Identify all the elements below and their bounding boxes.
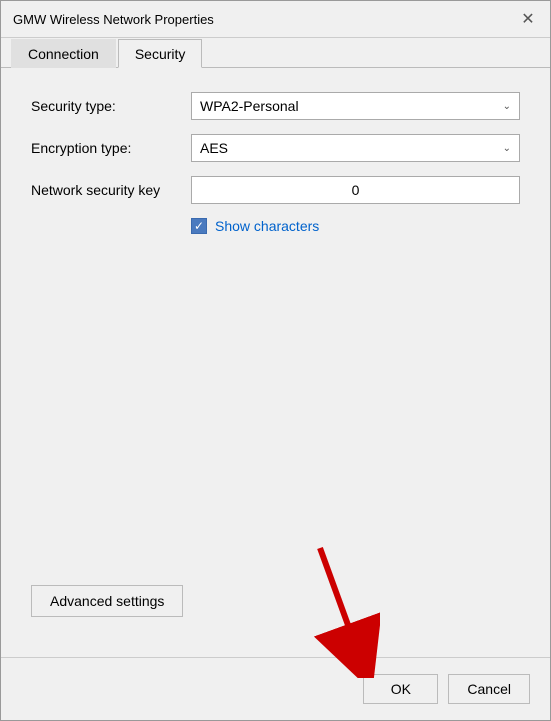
- security-type-value: WPA2-Personal: [200, 98, 299, 114]
- title-bar: GMW Wireless Network Properties ✕: [1, 1, 550, 38]
- encryption-type-dropdown[interactable]: AES ⌄: [191, 134, 520, 162]
- network-key-control: [191, 176, 520, 204]
- close-button[interactable]: ✕: [518, 9, 538, 29]
- advanced-settings-button[interactable]: Advanced settings: [31, 585, 183, 617]
- show-characters-row: ✓ Show characters: [191, 218, 520, 234]
- network-key-row: Network security key: [31, 176, 520, 204]
- window: GMW Wireless Network Properties ✕ Connec…: [0, 0, 551, 721]
- encryption-type-label: Encryption type:: [31, 140, 191, 156]
- tab-connection-label: Connection: [28, 46, 99, 62]
- security-type-label: Security type:: [31, 98, 191, 114]
- advanced-settings-container: Advanced settings: [31, 585, 520, 617]
- bottom-buttons: OK Cancel: [363, 674, 530, 704]
- ok-button[interactable]: OK: [363, 674, 438, 704]
- show-characters-label: Show characters: [215, 218, 319, 234]
- chevron-down-icon: ⌄: [503, 101, 511, 112]
- show-characters-checkbox-wrapper[interactable]: ✓ Show characters: [191, 218, 319, 234]
- content-area: Security type: WPA2-Personal ⌄ Encryptio…: [1, 68, 550, 657]
- window-title: GMW Wireless Network Properties: [13, 12, 214, 27]
- tab-security-label: Security: [135, 46, 186, 62]
- bottom-section: OK Cancel: [1, 657, 550, 720]
- tab-connection[interactable]: Connection: [11, 39, 116, 68]
- chevron-down-icon-2: ⌄: [503, 143, 511, 154]
- encryption-type-value: AES: [200, 140, 228, 156]
- spacer: [31, 254, 520, 585]
- security-type-dropdown[interactable]: WPA2-Personal ⌄: [191, 92, 520, 120]
- tab-security[interactable]: Security: [118, 39, 203, 68]
- network-key-input[interactable]: [191, 176, 520, 204]
- encryption-type-row: Encryption type: AES ⌄: [31, 134, 520, 162]
- checkmark-icon: ✓: [194, 220, 204, 232]
- network-key-label: Network security key: [31, 182, 191, 198]
- cancel-button[interactable]: Cancel: [448, 674, 530, 704]
- security-type-control: WPA2-Personal ⌄: [191, 92, 520, 120]
- tab-bar: Connection Security: [1, 38, 550, 68]
- security-type-row: Security type: WPA2-Personal ⌄: [31, 92, 520, 120]
- encryption-type-control: AES ⌄: [191, 134, 520, 162]
- show-characters-checkbox[interactable]: ✓: [191, 218, 207, 234]
